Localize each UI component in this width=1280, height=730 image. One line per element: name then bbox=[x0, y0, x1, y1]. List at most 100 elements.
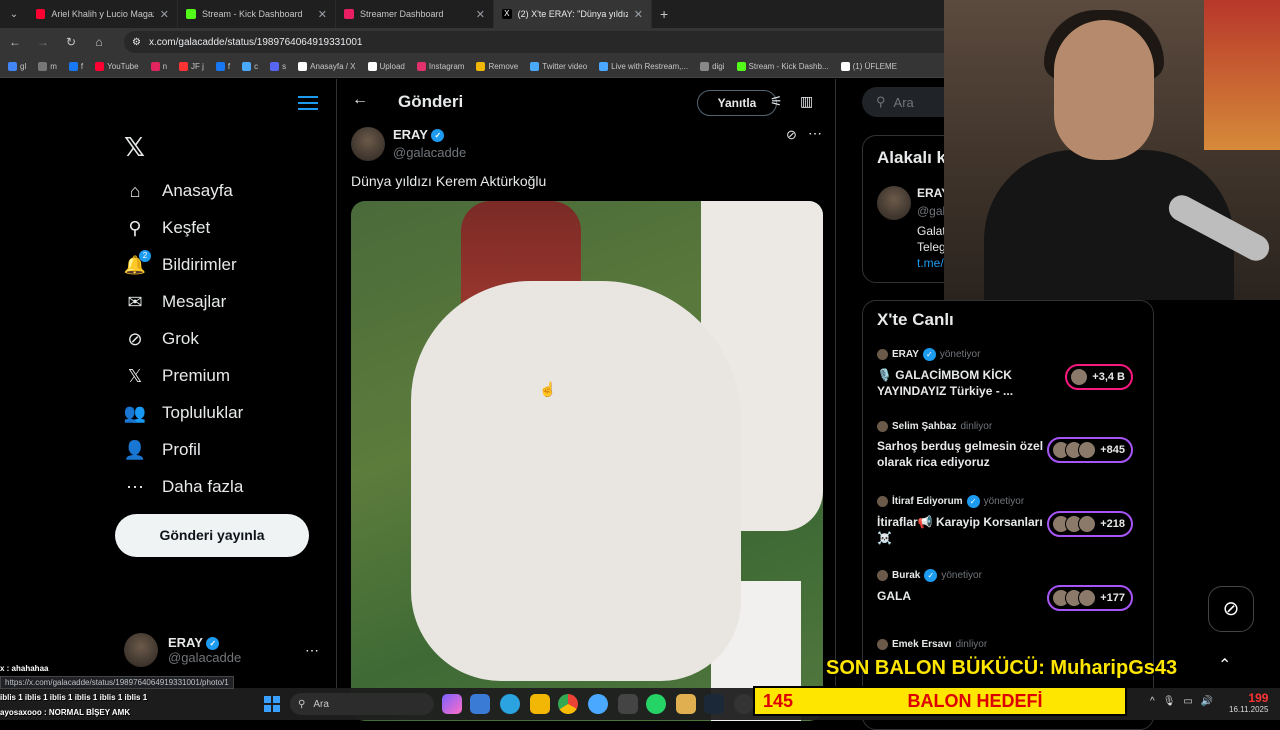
bookmark-item[interactable]: Remove bbox=[476, 62, 518, 71]
profile-icon: 👤 bbox=[123, 439, 147, 460]
bookmark-item[interactable]: Live with Restream,... bbox=[599, 62, 688, 71]
browser-tab-4[interactable]: X (2) X'te ERAY: "Dünya yıldızı Ker ✕ bbox=[494, 0, 652, 28]
nav-item-explore[interactable]: ⚲ Keşfet bbox=[124, 217, 210, 239]
grok-icon[interactable]: ⊘ bbox=[786, 127, 797, 143]
host-name: İtiraf Ediyorum bbox=[892, 496, 963, 507]
more-options-icon[interactable]: ⋯ bbox=[808, 125, 822, 142]
new-tab-icon[interactable]: + bbox=[652, 6, 676, 22]
bookmark-item[interactable]: s bbox=[270, 62, 286, 71]
nav-label: Anasayfa bbox=[162, 181, 233, 200]
bookmark-item[interactable]: Anasayfa / X bbox=[298, 62, 356, 71]
search-icon: ⚲ bbox=[128, 217, 142, 238]
tab-label: Ariel Khalih y Lucio Magazian d bbox=[51, 9, 153, 19]
forward-arrow-icon[interactable]: → bbox=[36, 35, 50, 49]
microphone-icon[interactable]: 🎙 bbox=[1163, 696, 1176, 707]
close-tab-icon[interactable]: ✕ bbox=[318, 8, 327, 21]
bookmark-item[interactable]: digi bbox=[700, 62, 725, 71]
bookmark-item[interactable]: c bbox=[242, 62, 258, 71]
bookmark-item[interactable]: Stream - Kick Dashb... bbox=[736, 62, 829, 71]
bookmark-item[interactable]: m bbox=[38, 62, 57, 71]
bookmark-item[interactable]: f bbox=[68, 62, 83, 71]
host-role: yönetiyor bbox=[939, 349, 981, 360]
live-item[interactable]: Selim Şahbaz dinliyor Sarhoş berduş gelme… bbox=[877, 421, 1147, 470]
nav-item-grok[interactable]: ⊘ Grok bbox=[124, 328, 198, 350]
taskbar-clock[interactable]: 199 16.11.2025 bbox=[1229, 692, 1268, 715]
nav-item-messages[interactable]: ✉ Mesajlar bbox=[124, 291, 226, 313]
bookmark-item[interactable]: (1) ÜFLEME bbox=[840, 62, 897, 71]
post-author[interactable]: ERAY ✓ @galacadde bbox=[351, 127, 466, 161]
steam-icon[interactable] bbox=[704, 694, 724, 714]
windows-start-icon[interactable] bbox=[264, 696, 280, 712]
bookmark-item[interactable]: Instagram bbox=[416, 62, 464, 71]
telegram-icon[interactable] bbox=[500, 694, 520, 714]
nav-item-home[interactable]: ⌂ Anasayfa bbox=[124, 180, 233, 202]
card-title: Alakalı k bbox=[877, 148, 946, 167]
live-item[interactable]: İtiraf Ediyorum ✓ yönetiyor İtiraflar📢 Kar… bbox=[877, 495, 1147, 546]
bookmark-icon bbox=[416, 62, 426, 71]
bookmark-item[interactable]: f bbox=[215, 62, 230, 71]
live-item[interactable]: Emek Ersavı dinliyor bbox=[877, 639, 1147, 650]
speaker-icon[interactable]: 🔊 bbox=[1201, 696, 1213, 707]
close-tab-icon[interactable]: ✕ bbox=[160, 8, 169, 21]
bookmark-icon bbox=[38, 62, 48, 71]
listener-pill: +845 bbox=[1047, 437, 1133, 463]
grok-floating-button[interactable]: ⊘ bbox=[1208, 586, 1254, 632]
home-icon[interactable]: ⌂ bbox=[92, 35, 106, 49]
bookmark-label: Remove bbox=[488, 62, 519, 71]
live-item[interactable]: Burak ✓ yönetiyor GALA +177 bbox=[877, 569, 1147, 611]
post-image[interactable]: ☝ bbox=[351, 201, 823, 721]
back-arrow-icon[interactable]: ← bbox=[8, 35, 22, 49]
nav-label: Topluluklar bbox=[162, 403, 244, 422]
close-tab-icon[interactable]: ✕ bbox=[634, 8, 643, 21]
chrome-icon[interactable] bbox=[558, 694, 578, 714]
listener-pill: +3,4 B bbox=[1065, 364, 1133, 390]
x-logo-icon[interactable]: 𝕏 bbox=[124, 133, 145, 163]
avatar[interactable] bbox=[877, 186, 911, 220]
bookmark-item[interactable]: n bbox=[150, 62, 167, 71]
chevron-up-icon[interactable]: ^ bbox=[1150, 696, 1155, 707]
close-tab-icon[interactable]: ✕ bbox=[476, 8, 485, 21]
copilot-icon[interactable] bbox=[442, 694, 462, 714]
host-avatar bbox=[877, 496, 888, 507]
url-field[interactable]: ⚙ x.com/galacadde/status/198976406491933… bbox=[124, 31, 954, 53]
nav-item-profile[interactable]: 👤 Profil bbox=[124, 439, 201, 461]
bookmark-label: Live with Restream,... bbox=[611, 62, 689, 71]
nav-item-more[interactable]: ⋯ Daha fazla bbox=[124, 476, 243, 498]
display-icon[interactable]: ▭ bbox=[1183, 696, 1192, 707]
bookmark-item[interactable]: JF j bbox=[179, 62, 204, 71]
menu-icon[interactable] bbox=[298, 96, 318, 110]
app-icon[interactable] bbox=[676, 694, 696, 714]
nav-item-premium[interactable]: 𝕏 Premium bbox=[124, 365, 230, 387]
browser-tab-2[interactable]: Stream - Kick Dashboard ✕ bbox=[178, 0, 336, 28]
taskbar-search[interactable]: ⚲ Ara bbox=[290, 693, 434, 715]
sliders-icon[interactable]: ⚟ bbox=[770, 93, 783, 110]
store-icon[interactable] bbox=[470, 694, 490, 714]
obs-icon[interactable] bbox=[734, 694, 754, 714]
nav-item-notifications[interactable]: 🔔 2 Bildirimler bbox=[124, 250, 237, 276]
back-arrow-icon[interactable]: ← bbox=[352, 91, 368, 109]
bookmark-item[interactable]: Upload bbox=[367, 62, 405, 71]
reply-button[interactable]: Yanıtla bbox=[697, 90, 777, 116]
bookmark-item[interactable]: gl bbox=[8, 62, 26, 71]
site-info-icon[interactable]: ⚙ bbox=[132, 37, 141, 48]
browser-tab-1[interactable]: Ariel Khalih y Lucio Magazian d ✕ bbox=[28, 0, 178, 28]
explorer-icon[interactable] bbox=[530, 694, 550, 714]
reload-icon[interactable]: ↻ bbox=[64, 35, 78, 49]
related-link[interactable]: t.me/ bbox=[917, 256, 944, 270]
bookmark-item[interactable]: Twitter video bbox=[530, 62, 587, 71]
page-title: Gönderi bbox=[398, 92, 464, 111]
post-button[interactable]: Gönderi yayınla bbox=[115, 514, 309, 557]
whatsapp-icon[interactable] bbox=[646, 694, 666, 714]
bookmark-item[interactable]: YouTube bbox=[95, 62, 139, 71]
reader-icon[interactable]: ▥ bbox=[800, 93, 813, 110]
tab-search-icon[interactable]: ⌄ bbox=[0, 9, 28, 20]
live-item[interactable]: ERAY ✓ yönetiyor 🎙️ GALACİMBOM KİCK YAYIND… bbox=[877, 348, 1147, 399]
system-tray: ^ 🎙 ▭ 🔊 bbox=[1150, 696, 1213, 707]
browser-tab-3[interactable]: Streamer Dashboard ✕ bbox=[336, 0, 494, 28]
listener-pill: +218 bbox=[1047, 511, 1133, 537]
nav-item-communities[interactable]: 👥 Topluluklar bbox=[124, 402, 243, 424]
browser-icon[interactable] bbox=[588, 694, 608, 714]
account-more-icon[interactable]: ⋯ bbox=[305, 642, 319, 659]
app-icon[interactable] bbox=[618, 694, 638, 714]
account-switcher[interactable]: ERAY ✓ @galacadde bbox=[124, 633, 241, 667]
